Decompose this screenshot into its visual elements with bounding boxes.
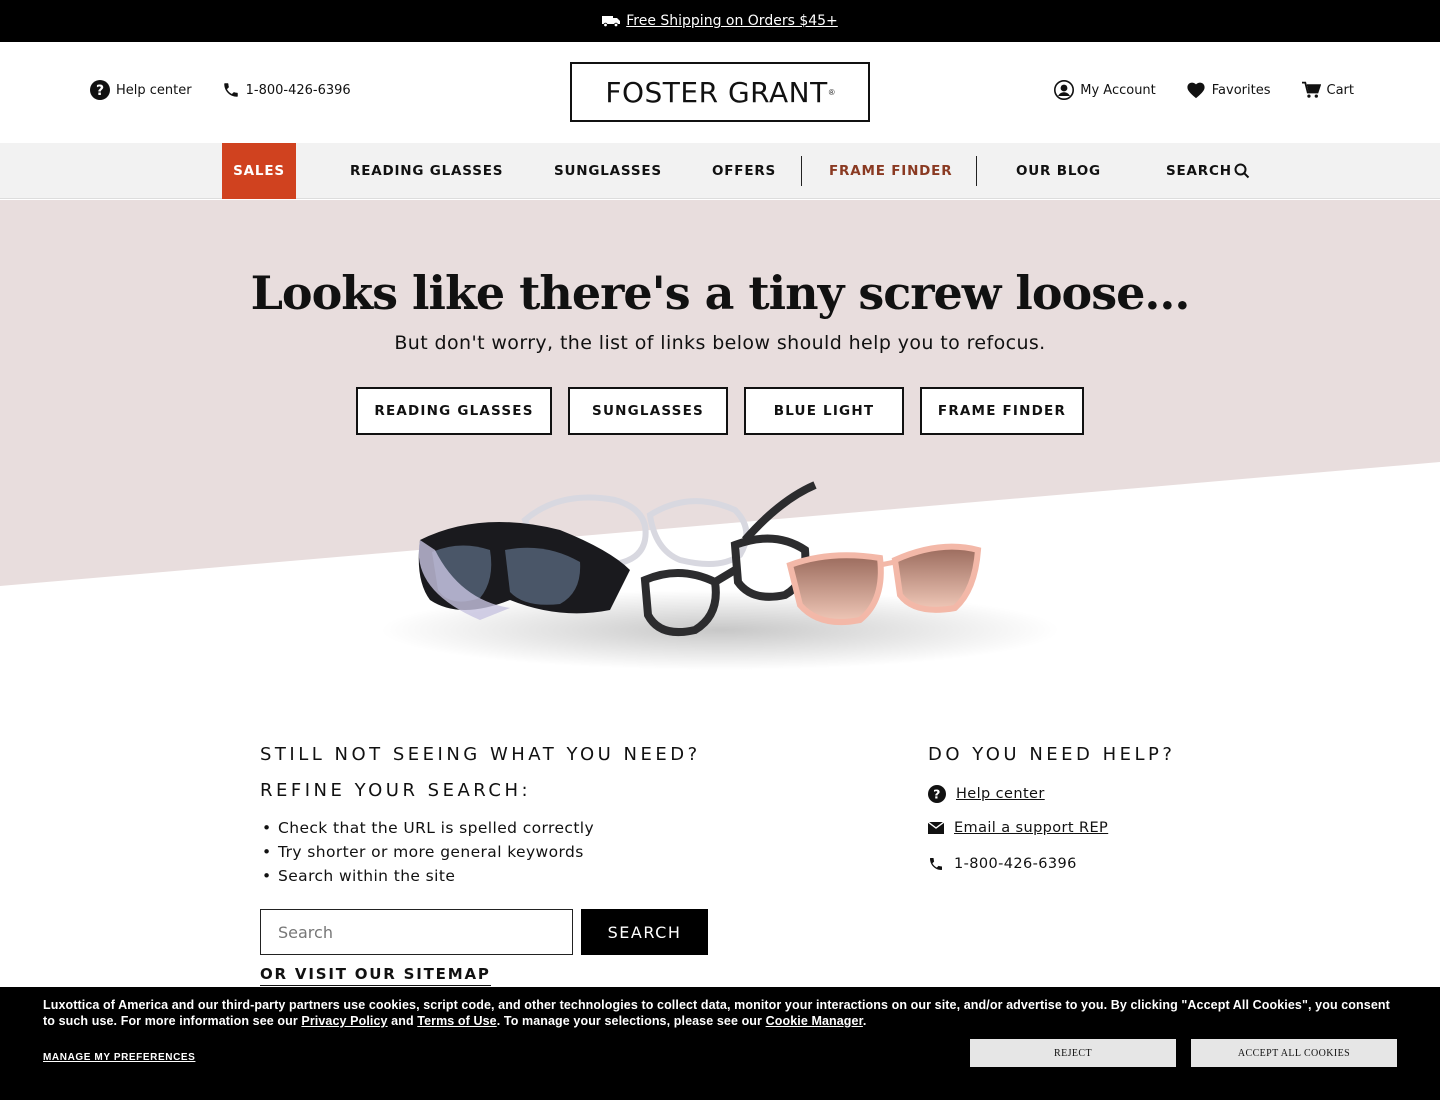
question-circle-icon: ? xyxy=(90,80,110,100)
refine-heading-2: REFINE YOUR SEARCH: xyxy=(260,780,532,801)
help-center-row: ? Help center xyxy=(928,785,1045,803)
header-help-center[interactable]: ? Help center xyxy=(90,80,192,100)
nav-reading-glasses[interactable]: READING GLASSES xyxy=(350,143,503,199)
hero-blue-light-button[interactable]: BLUE LIGHT xyxy=(744,387,904,435)
my-account-label: My Account xyxy=(1080,82,1156,98)
privacy-policy-link[interactable]: Privacy Policy xyxy=(301,1014,387,1028)
heart-icon xyxy=(1187,82,1205,99)
hero-section: Looks like there's a tiny screw loose...… xyxy=(0,200,1440,690)
email-row: Email a support REP xyxy=(928,820,1108,836)
free-shipping-link[interactable]: Free Shipping on Orders $45+ xyxy=(602,13,838,29)
search-button[interactable]: SEARCH xyxy=(581,909,708,955)
cart-link[interactable]: Cart xyxy=(1301,81,1355,99)
refine-heading-1: STILL NOT SEEING WHAT YOU NEED? xyxy=(260,744,701,765)
logo-registered-mark: ® xyxy=(828,87,835,97)
help-center-link[interactable]: Help center xyxy=(956,786,1045,802)
foster-grant-logo[interactable]: FOSTER GRANT ® xyxy=(570,62,870,122)
hero-title: Looks like there's a tiny screw loose... xyxy=(250,266,1191,320)
cookie-text: Luxottica of America and our third-party… xyxy=(43,997,1403,1029)
my-account-link[interactable]: My Account xyxy=(1054,80,1156,100)
search-input[interactable] xyxy=(260,909,573,955)
cookie-banner: Luxottica of America and our third-party… xyxy=(0,987,1440,1100)
hero-subtitle: But don't worry, the list of links below… xyxy=(394,332,1046,354)
reject-cookies-button[interactable]: REJECT xyxy=(970,1039,1176,1067)
question-circle-icon: ? xyxy=(928,785,946,803)
promo-bar: Free Shipping on Orders $45+ xyxy=(0,0,1440,42)
accept-all-cookies-button[interactable]: ACCEPT ALL COOKIES xyxy=(1191,1039,1397,1067)
phone-label: 1-800-426-6396 xyxy=(245,82,351,98)
svg-text:?: ? xyxy=(933,787,941,802)
mail-icon xyxy=(928,822,944,834)
eyewear-collage-image xyxy=(380,481,1060,670)
nav-divider xyxy=(801,156,802,186)
help-phone[interactable]: 1-800-426-6396 xyxy=(954,856,1077,872)
sitemap-link[interactable]: OR VISIT OUR SITEMAP xyxy=(260,965,491,986)
list-item: Try shorter or more general keywords xyxy=(262,840,594,864)
svg-text:?: ? xyxy=(96,83,104,99)
hero-frame-finder-button[interactable]: FRAME FINDER xyxy=(920,387,1084,435)
truck-icon xyxy=(602,16,621,27)
logo-text: FOSTER GRANT xyxy=(605,75,828,109)
hero-reading-glasses-button[interactable]: READING GLASSES xyxy=(356,387,552,435)
header-phone[interactable]: 1-800-426-6396 xyxy=(222,81,351,99)
user-circle-icon xyxy=(1054,80,1075,100)
cookie-manager-link[interactable]: Cookie Manager xyxy=(766,1014,863,1028)
help-center-label: Help center xyxy=(116,82,192,98)
free-shipping-text: Free Shipping on Orders $45+ xyxy=(626,13,838,29)
cookie-text-and: and xyxy=(387,1014,418,1028)
main-nav: SALES READING GLASSES SUNGLASSES OFFERS … xyxy=(0,143,1440,199)
nav-search-label: SEARCH xyxy=(1166,163,1232,179)
favorites-link[interactable]: Favorites xyxy=(1186,81,1271,99)
help-heading: DO YOU NEED HELP? xyxy=(928,744,1176,765)
favorites-label: Favorites xyxy=(1211,82,1271,98)
nav-our-blog[interactable]: OUR BLOG xyxy=(1016,143,1101,199)
manage-preferences-link[interactable]: MANAGE MY PREFERENCES xyxy=(43,1052,195,1063)
email-support-link[interactable]: Email a support REP xyxy=(954,820,1108,836)
cookie-text-part-2: . To manage your selections, please see … xyxy=(496,1014,766,1028)
list-item: Check that the URL is spelled correctly xyxy=(262,816,594,840)
search-icon xyxy=(1234,163,1250,179)
site-header: ? Help center 1-800-426-6396 FOSTER GRAN… xyxy=(0,42,1440,143)
nav-frame-finder[interactable]: FRAME FINDER xyxy=(829,143,952,199)
nav-sales[interactable]: SALES xyxy=(222,143,296,199)
cart-label: Cart xyxy=(1326,82,1355,98)
nav-divider xyxy=(976,156,977,186)
phone-icon xyxy=(930,858,942,870)
refine-tips-list: Check that the URL is spelled correctly … xyxy=(262,816,594,888)
cookie-text-period: . xyxy=(862,1014,867,1028)
nav-sunglasses[interactable]: SUNGLASSES xyxy=(554,143,662,199)
phone-row: 1-800-426-6396 xyxy=(928,856,1077,872)
cart-icon xyxy=(1301,81,1321,98)
nav-offers[interactable]: OFFERS xyxy=(712,143,776,199)
nav-search[interactable]: SEARCH xyxy=(1166,143,1250,199)
list-item: Search within the site xyxy=(262,864,594,888)
terms-of-use-link[interactable]: Terms of Use xyxy=(417,1014,496,1028)
hero-sunglasses-button[interactable]: SUNGLASSES xyxy=(568,387,728,435)
phone-icon xyxy=(223,83,238,97)
